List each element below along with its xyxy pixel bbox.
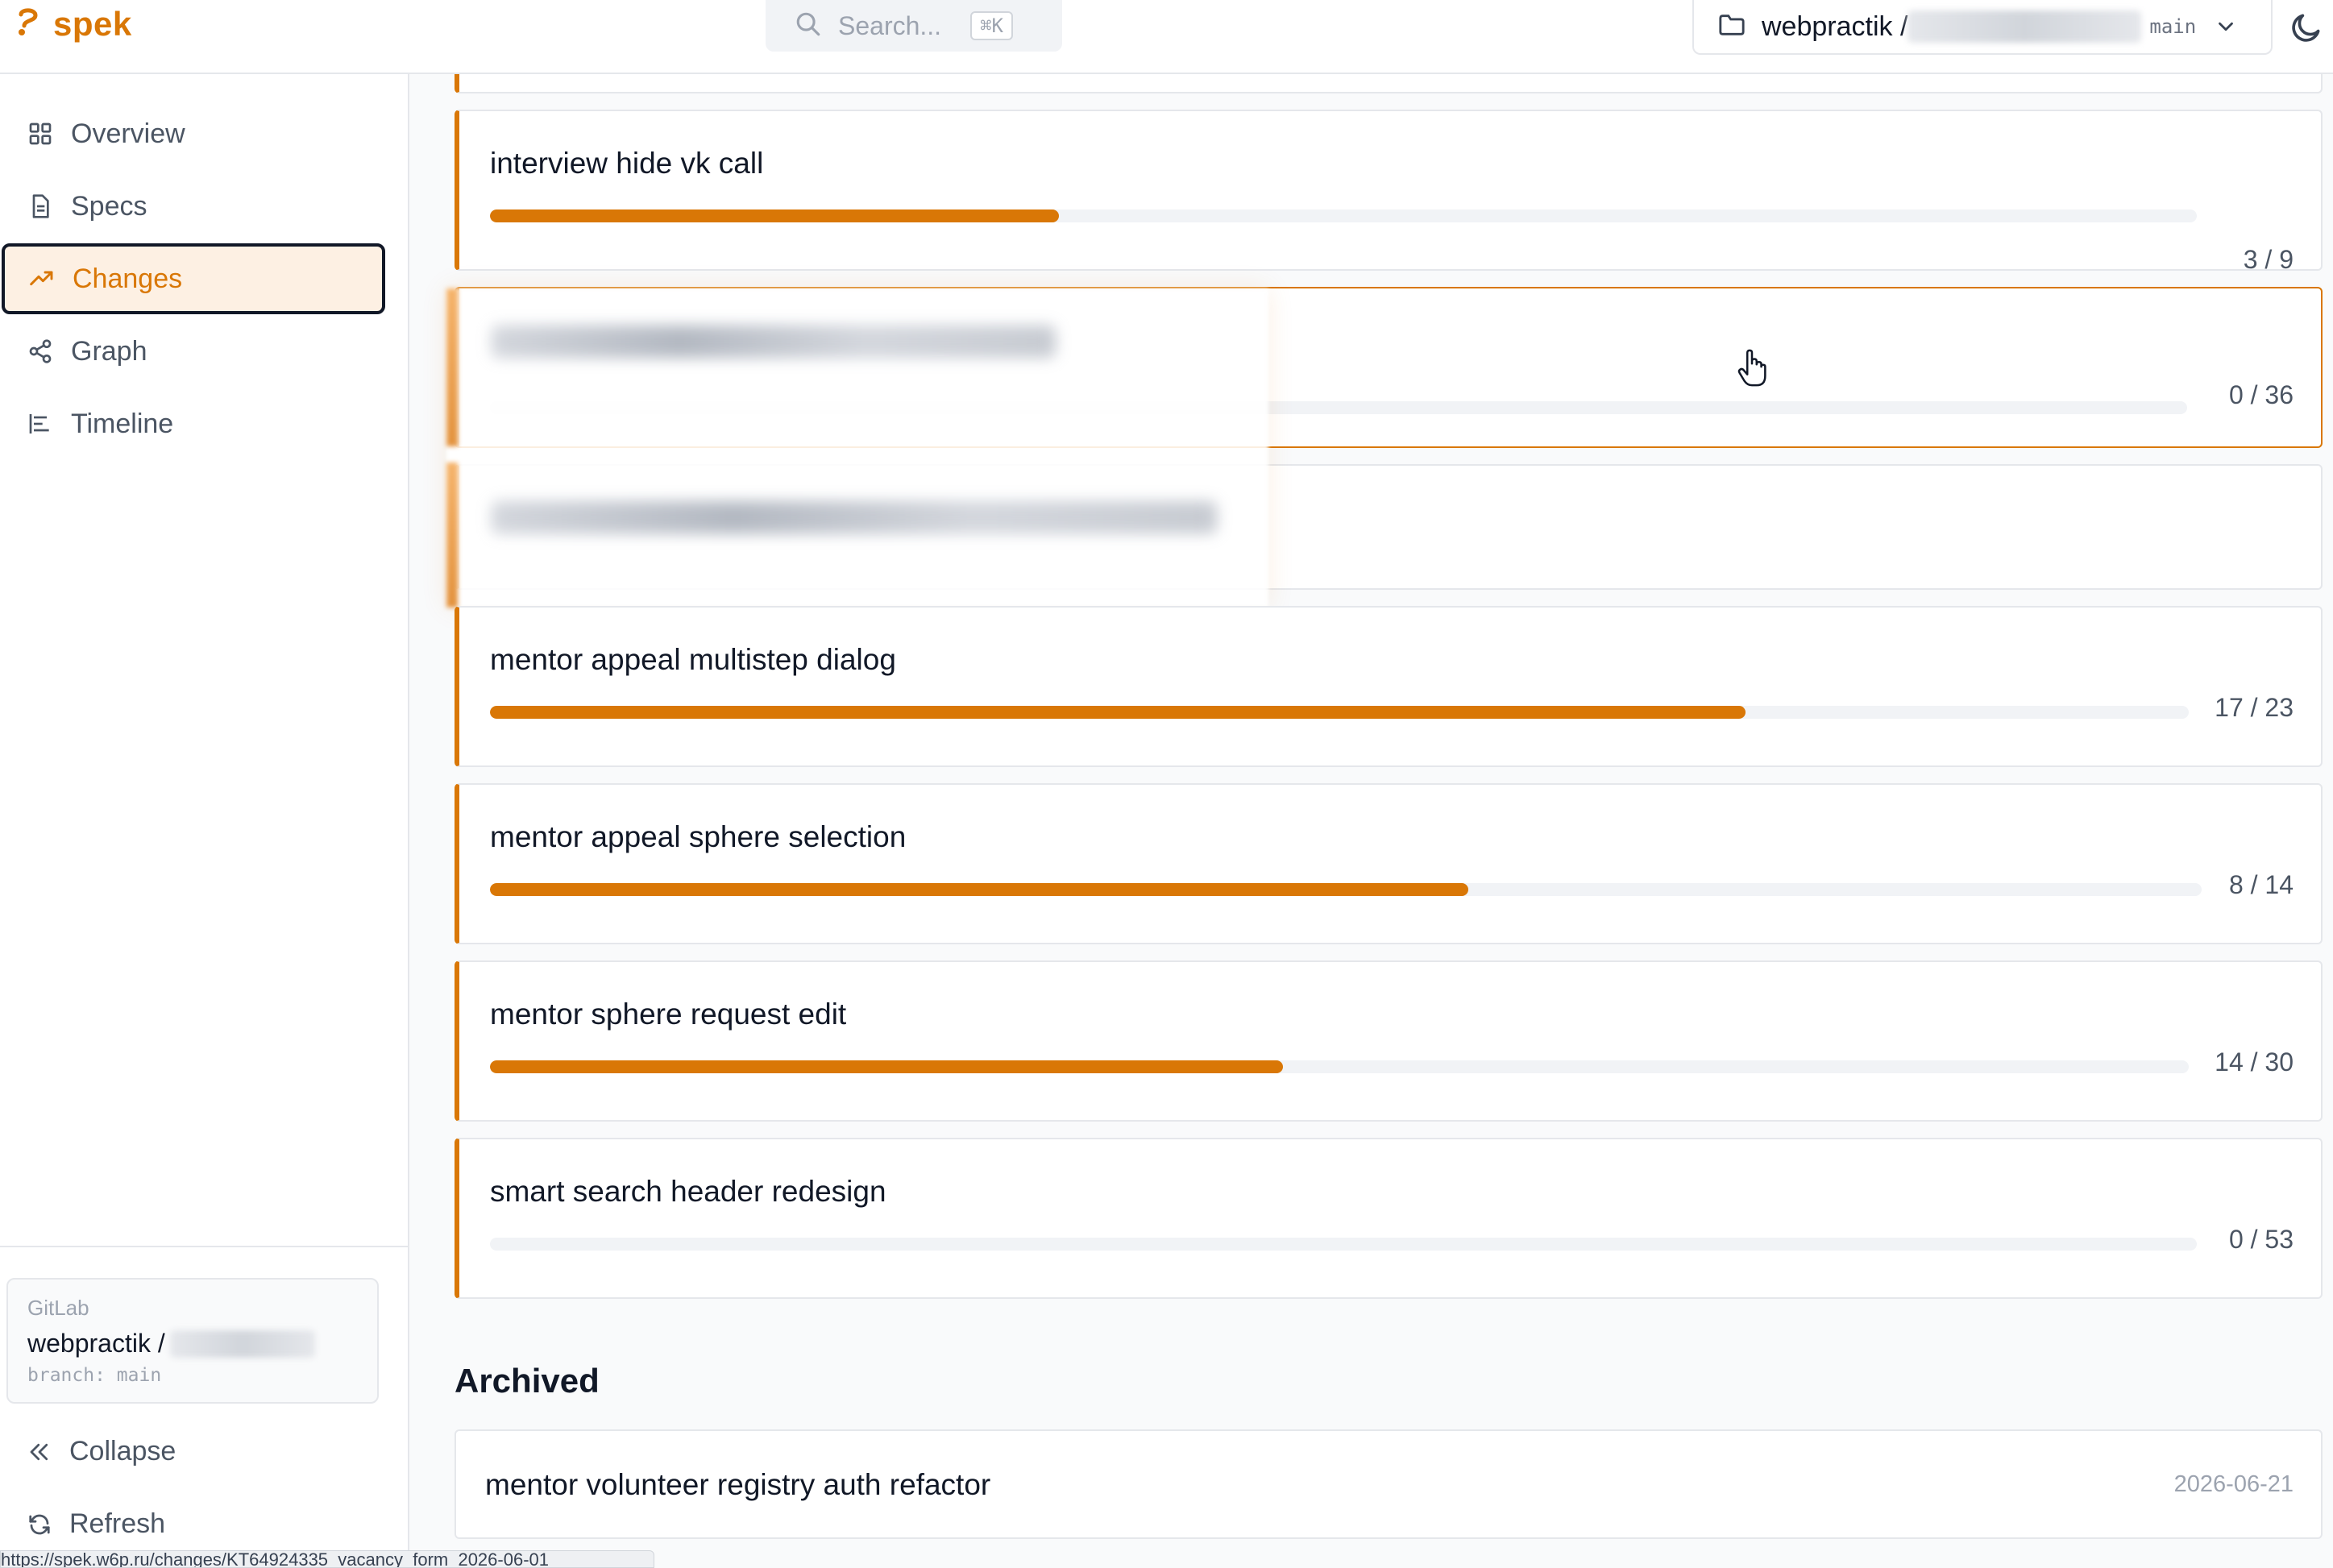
progress-count: 8 / 14 — [2228, 870, 2294, 899]
progress-count: 14 / 30 — [2215, 1047, 2294, 1076]
sidebar-item-label: Specs — [71, 190, 147, 222]
sidebar-item-changes[interactable]: Changes — [2, 243, 385, 314]
drag-ghost-title — [492, 326, 1056, 358]
progress-fill — [490, 1060, 1283, 1073]
search-bar[interactable]: Search... ⌘K — [766, 0, 1062, 52]
refresh-label: Refresh — [69, 1508, 166, 1539]
change-card[interactable]: smart search header redesign 0 / 53 — [455, 1138, 2323, 1299]
change-title: smart search header redesign — [490, 1175, 886, 1208]
drag-ghost-title — [492, 501, 1217, 533]
change-title: mentor sphere request edit — [490, 998, 847, 1031]
progress-count: 3 / 9 — [2243, 245, 2294, 274]
hand-cursor-icon — [1737, 349, 1766, 387]
redacted-repo — [169, 1329, 315, 1358]
sidebar-item-timeline[interactable]: Timeline — [0, 388, 384, 459]
repo-info-name: webpractik / — [27, 1329, 358, 1359]
change-title: mentor appeal sphere selection — [490, 820, 907, 853]
change-card[interactable] — [455, 74, 2323, 93]
sidebar-item-overview[interactable]: Overview — [0, 98, 384, 169]
changes-list: interview hide vk call 3 / 9 0 / 36 ment… — [411, 74, 2333, 1568]
progress-track — [490, 1238, 2197, 1251]
change-card[interactable]: mentor sphere request edit 14 / 30 — [455, 960, 2323, 1122]
repo-name: webpractik / — [1762, 10, 1908, 42]
progress-fill — [490, 883, 1468, 896]
archived-date: 2026-06-21 — [2173, 1471, 2294, 1497]
progress-track — [490, 209, 2197, 222]
archived-heading: Archived — [455, 1362, 600, 1400]
collapse-button[interactable]: Collapse — [27, 1436, 176, 1467]
change-title: mentor appeal multistep dialog — [490, 643, 896, 676]
top-bar: spek Search... ⌘K webpractik / main — [0, 0, 2333, 74]
repo-branch: main — [2149, 15, 2197, 38]
archived-card[interactable]: mentor volunteer registry auth refactor … — [455, 1429, 2323, 1539]
document-icon — [32, 194, 49, 218]
chevrons-left-icon — [30, 1443, 48, 1460]
change-title: interview hide vk call — [490, 147, 764, 180]
sidebar-item-graph[interactable]: Graph — [0, 316, 384, 387]
sidebar-item-label: Changes — [73, 263, 183, 294]
sidebar-item-label: Timeline — [71, 408, 174, 439]
status-bar-url: https://spek.w6p.ru/changes/KT64924335_v… — [0, 1550, 654, 1568]
progress-track — [490, 883, 2202, 896]
repo-info-card: GitLab webpractik / branch: main — [6, 1278, 379, 1404]
collapse-label: Collapse — [69, 1436, 176, 1466]
search-shortcut: ⌘K — [970, 11, 1013, 40]
repo-info-branch: branch: main — [27, 1365, 162, 1386]
timeline-icon — [29, 414, 49, 433]
chevron-down-icon — [2219, 22, 2234, 31]
repo-provider: GitLab — [27, 1296, 89, 1320]
progress-count: 0 / 53 — [2228, 1225, 2294, 1254]
repo-selector[interactable]: webpractik / main — [1692, 0, 2273, 55]
search-placeholder: Search... — [838, 10, 942, 40]
drag-ghost-accent — [446, 288, 458, 446]
redacted-repo — [1907, 10, 2142, 43]
archived-title: mentor volunteer registry auth refactor — [485, 1468, 991, 1501]
change-card[interactable]: mentor appeal multistep dialog 17 / 23 — [455, 606, 2323, 767]
trending-up-icon — [30, 271, 53, 286]
sidebar-divider — [0, 1246, 408, 1247]
change-card[interactable]: mentor appeal sphere selection 8 / 14 — [455, 783, 2323, 944]
theme-toggle-button[interactable] — [2289, 10, 2324, 45]
progress-fill — [490, 706, 1746, 719]
sidebar-item-specs[interactable]: Specs — [0, 171, 384, 242]
drag-ghost-accent — [446, 463, 458, 608]
brand-logo[interactable]: spek — [15, 5, 132, 44]
progress-track — [490, 706, 2189, 719]
sidebar-item-label: Graph — [71, 335, 147, 367]
brand-name: spek — [53, 5, 132, 43]
app-root: spek Search... ⌘K webpractik / main Over… — [0, 0, 2333, 1568]
moon-icon — [2292, 14, 2320, 42]
sidebar-item-label: Overview — [71, 118, 185, 149]
grid-icon — [29, 122, 52, 145]
progress-count: 0 / 36 — [2228, 380, 2294, 409]
progress-fill — [490, 209, 1059, 222]
refresh-button[interactable]: Refresh — [27, 1508, 165, 1540]
search-icon — [795, 10, 822, 42]
refresh-icon — [29, 1514, 50, 1534]
repo-info-label: webpractik / — [27, 1329, 165, 1358]
folder-icon — [1718, 13, 1746, 41]
sidebar: Overview Specs Changes Graph Timeline Gi… — [0, 74, 409, 1568]
share-nodes-icon — [29, 339, 52, 363]
progress-track — [490, 1060, 2189, 1073]
progress-count: 17 / 23 — [2215, 693, 2294, 722]
spek-logo-icon — [15, 6, 42, 43]
change-card[interactable]: interview hide vk call 3 / 9 — [455, 110, 2323, 274]
